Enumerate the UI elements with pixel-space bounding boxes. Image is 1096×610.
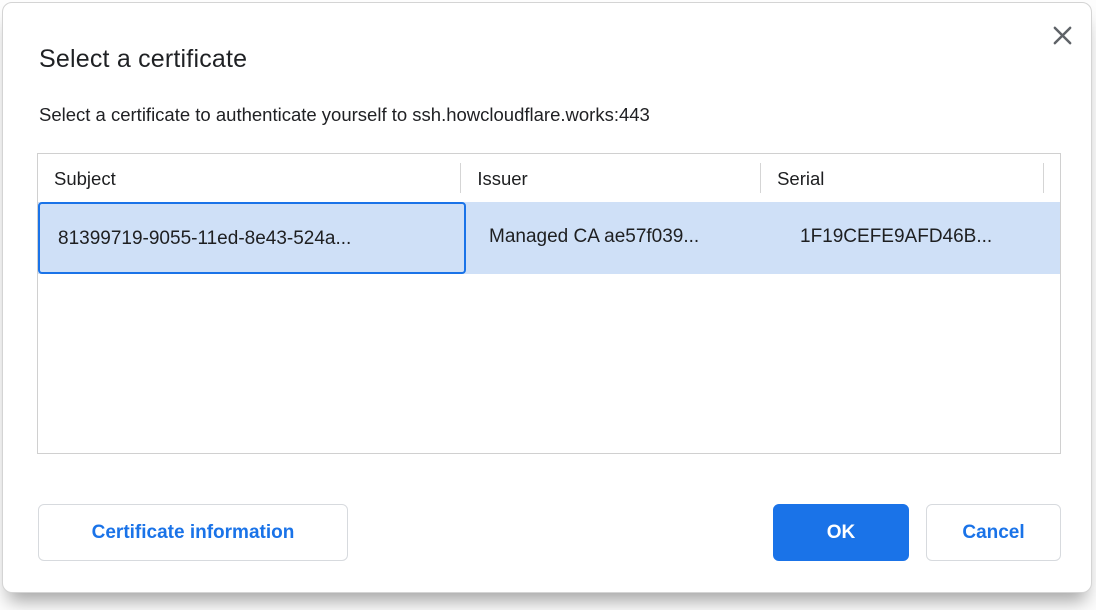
close-icon: [1051, 24, 1074, 47]
dialog-title: Select a certificate: [39, 45, 247, 74]
certificate-row-selected[interactable]: 81399719-9055-11ed-8e43-524a... Managed …: [38, 202, 1060, 274]
dialog-subtitle: Select a certificate to authenticate you…: [39, 104, 650, 126]
certificate-table: Subject Issuer Serial 81399719-9055-11ed…: [37, 153, 1061, 454]
certificate-select-dialog: Select a certificate Select a certificat…: [2, 2, 1092, 593]
cancel-button[interactable]: Cancel: [926, 504, 1061, 561]
column-header-issuer[interactable]: Issuer: [461, 154, 761, 202]
column-header-subject[interactable]: Subject: [38, 154, 461, 202]
close-button[interactable]: [1046, 19, 1078, 51]
table-header: Subject Issuer Serial: [38, 154, 1060, 202]
cell-issuer: Managed CA ae57f039...: [466, 202, 769, 274]
column-header-filler: [1044, 154, 1060, 202]
cell-serial: 1F19CEFE9AFD46B...: [769, 202, 1055, 274]
ok-button[interactable]: OK: [773, 504, 909, 561]
certificate-information-button[interactable]: Certificate information: [38, 504, 348, 561]
cell-subject: 81399719-9055-11ed-8e43-524a...: [38, 202, 466, 274]
column-header-serial[interactable]: Serial: [761, 154, 1044, 202]
